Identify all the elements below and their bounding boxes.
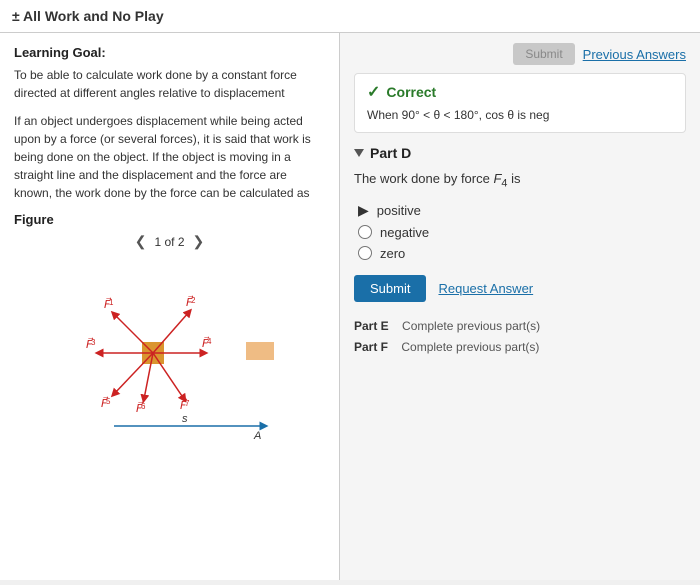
request-answer-link[interactable]: Request Answer <box>438 281 533 296</box>
page-title: ± All Work and No Play <box>12 8 164 24</box>
svg-text:1: 1 <box>109 298 114 307</box>
svg-text:s: s <box>182 413 188 425</box>
radio-options: ▶ positive negative zero <box>354 202 686 261</box>
correct-detail: When 90° < θ < 180°, cos θ is neg <box>367 106 673 124</box>
part-d-section: Part D The work done by force F4 is ▶ po… <box>354 145 686 302</box>
page-wrapper: ± All Work and No Play Learning Goal: To… <box>0 0 700 585</box>
part-d-question: The work done by force F4 is <box>354 169 686 192</box>
top-bar: ± All Work and No Play <box>0 0 700 33</box>
right-panel: Submit Previous Answers ✓ Correct When 9… <box>340 33 700 580</box>
checkmark-icon: ✓ <box>367 82 380 102</box>
triangle-down-icon <box>354 149 364 157</box>
correct-header: ✓ Correct <box>367 82 673 102</box>
svg-text:A: A <box>253 430 261 442</box>
svg-text:7: 7 <box>185 399 190 408</box>
figure-section: Figure ❮ 1 of 2 ❯ <box>14 212 325 454</box>
figure-diagram: F⃗ 1 F⃗ 2 F⃗ 3 F⃗ 4 F⃗ 5 F⃗ 6 F⃗ 7 <box>14 254 314 454</box>
part-e-label: Part E <box>354 319 389 333</box>
svg-text:5: 5 <box>106 397 111 406</box>
action-bar: Submit Request Answer <box>354 275 686 302</box>
main-content: Learning Goal: To be able to calculate w… <box>0 33 700 580</box>
correct-block: ✓ Correct When 90° < θ < 180°, cos θ is … <box>354 73 686 133</box>
correct-label: Correct <box>386 84 436 100</box>
svg-text:2: 2 <box>191 296 196 305</box>
learning-goal-paragraph2: If an object undergoes displacement whil… <box>14 112 325 202</box>
part-f-label: Part F <box>354 340 388 354</box>
previous-answers-link[interactable]: Previous Answers <box>583 47 686 62</box>
cursor-icon: ▶ <box>358 202 369 219</box>
figure-label: Figure <box>14 212 325 227</box>
submit-ghost-button: Submit <box>513 43 574 65</box>
radio-option-negative[interactable]: negative <box>358 225 686 240</box>
left-panel: Learning Goal: To be able to calculate w… <box>0 33 340 580</box>
learning-goal-title: Learning Goal: <box>14 45 325 60</box>
figure-nav-text: 1 of 2 <box>154 235 184 249</box>
figure-prev-arrow[interactable]: ❮ <box>135 233 147 250</box>
part-e-text: Complete previous part(s) <box>402 319 540 333</box>
radio-label-negative: negative <box>380 225 429 240</box>
radio-label-positive: positive <box>377 203 421 218</box>
radio-option-zero[interactable]: zero <box>358 246 686 261</box>
figure-next-arrow[interactable]: ❯ <box>193 233 205 250</box>
figure-nav: ❮ 1 of 2 ❯ <box>14 233 325 250</box>
svg-text:6: 6 <box>141 402 146 411</box>
previous-answers-bar: Submit Previous Answers <box>354 43 686 65</box>
radio-option-positive[interactable]: ▶ positive <box>358 202 686 219</box>
part-e-section: Part E Complete previous part(s) Part F … <box>354 316 686 359</box>
radio-label-zero: zero <box>380 246 405 261</box>
learning-goal-paragraph1: To be able to calculate work done by a c… <box>14 66 325 102</box>
part-f-text: Complete previous part(s) <box>401 340 539 354</box>
part-f-row: Part F Complete previous part(s) <box>354 337 686 359</box>
svg-text:3: 3 <box>91 338 96 347</box>
part-d-label: Part D <box>370 145 411 161</box>
submit-button[interactable]: Submit <box>354 275 426 302</box>
radio-input-zero[interactable] <box>358 246 372 260</box>
force-diagram-svg: F⃗ 1 F⃗ 2 F⃗ 3 F⃗ 4 F⃗ 5 F⃗ 6 F⃗ 7 <box>14 254 314 444</box>
svg-text:4: 4 <box>207 337 212 346</box>
radio-input-negative[interactable] <box>358 225 372 239</box>
part-e-row: Part E Complete previous part(s) <box>354 316 686 338</box>
part-d-header: Part D <box>354 145 686 161</box>
